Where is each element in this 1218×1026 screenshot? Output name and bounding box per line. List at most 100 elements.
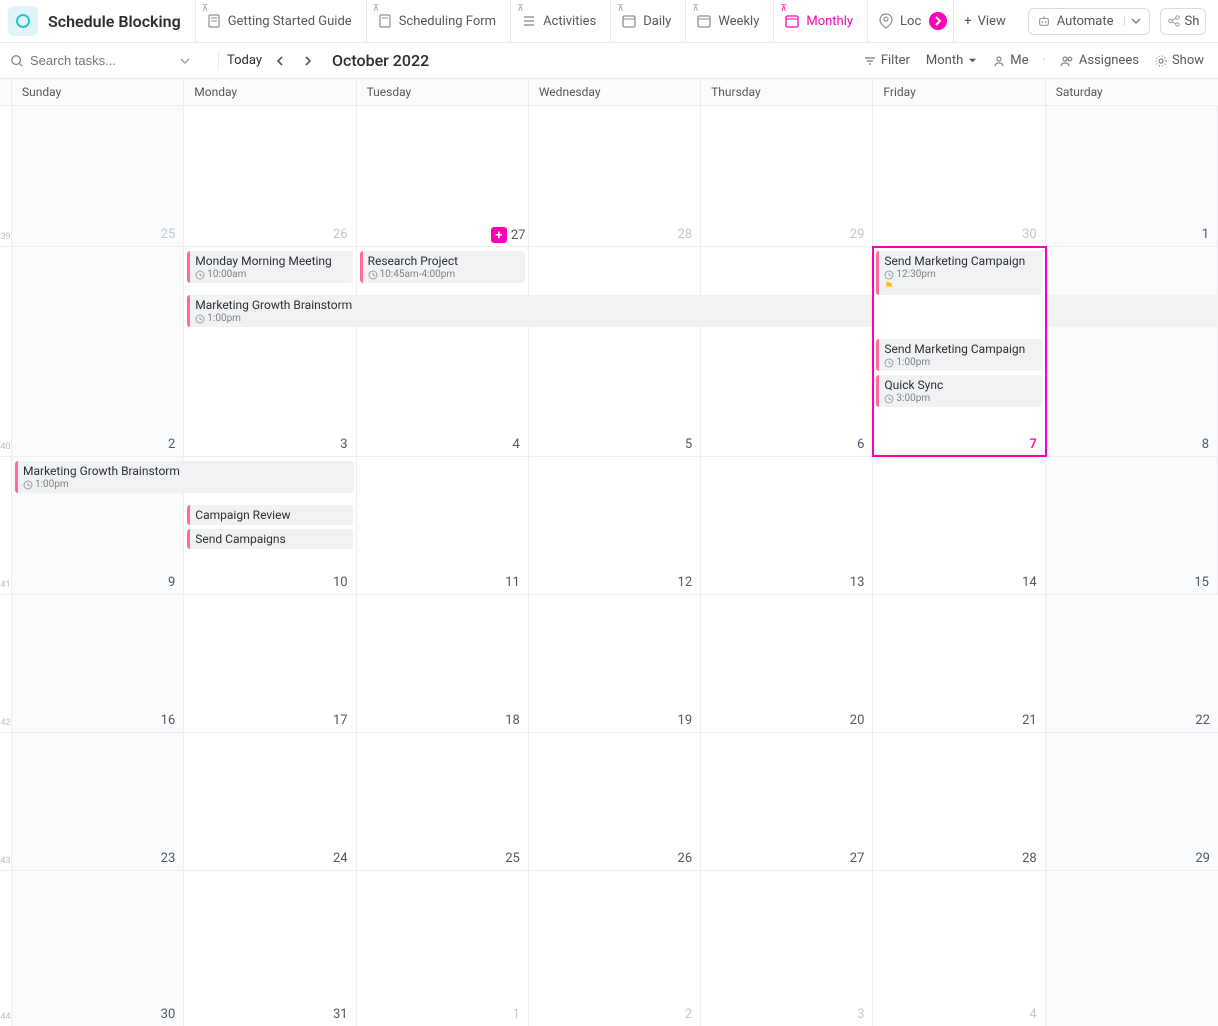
calendar-cell[interactable]: 31 [184, 871, 356, 1026]
search-box[interactable] [10, 53, 210, 68]
calendar-week: 40 2 Monday Morning Meeting 10:00am 3 Re… [0, 246, 1218, 456]
more-tabs-badge[interactable] [929, 12, 947, 30]
calendar-event[interactable]: Campaign Review [187, 505, 352, 525]
tab-activities[interactable]: ⊼ Activities [510, 0, 606, 43]
prev-month-button[interactable] [270, 51, 290, 71]
assignees-button[interactable]: Assignees [1056, 51, 1143, 70]
calendar-cell[interactable]: 14 [873, 457, 1045, 594]
calendar-cell[interactable]: 16 [12, 595, 184, 732]
tab-location[interactable]: Loc [867, 0, 931, 43]
calendar-cell[interactable]: 27 [701, 733, 873, 870]
day-number: 27 [511, 228, 526, 243]
calendar-cell[interactable]: 12 [529, 457, 701, 594]
event-title: Send Marketing Campaign [884, 254, 1035, 268]
calendar-cell[interactable]: Monday Morning Meeting 10:00am 3 [184, 247, 356, 456]
calendar-event[interactable]: Research Project 10:45am-4:00pm [360, 251, 525, 283]
caret-down-icon [968, 56, 977, 65]
calendar-cell[interactable]: 28 [873, 733, 1045, 870]
calendar-cell[interactable]: 24 [184, 733, 356, 870]
calendar: Sunday Monday Tuesday Wednesday Thursday… [0, 79, 1218, 1026]
chevron-right-icon [933, 16, 943, 26]
pin-icon: ⊼ [202, 4, 209, 14]
calendar-cell[interactable]: 17 [184, 595, 356, 732]
calendar-event-span[interactable]: Marketing Growth Brainstorm 1:00pm [187, 295, 1218, 327]
doc-icon [377, 13, 393, 29]
automate-button[interactable]: Automate [1028, 8, 1150, 35]
day-number: 3 [340, 437, 347, 452]
share-button[interactable]: Sh [1160, 8, 1207, 35]
calendar-event[interactable]: Quick Sync 3:00pm [876, 375, 1041, 407]
calendar-cell[interactable]: 1 [357, 871, 529, 1026]
calendar-cell[interactable]: 20 [701, 595, 873, 732]
day-header: Monday [184, 79, 356, 105]
separator-dot: · [1042, 53, 1045, 68]
tab-monthly[interactable]: ⊼ Monthly [773, 0, 863, 43]
calendar-cell[interactable]: 28 [529, 106, 701, 246]
calendar-event[interactable]: Monday Morning Meeting 10:00am [187, 251, 352, 283]
calendar-cell[interactable]: 26 [529, 733, 701, 870]
calendar-cell[interactable]: 1 [1046, 106, 1218, 246]
calendar-cell[interactable]: 8 [1046, 247, 1218, 456]
calendar-cell[interactable]: 21 [873, 595, 1045, 732]
calendar-cell[interactable] [1046, 871, 1218, 1026]
me-button[interactable]: Me [989, 51, 1032, 70]
calendar-cell[interactable]: 30 [12, 871, 184, 1026]
show-button[interactable]: Show [1151, 51, 1208, 70]
day-number: 2 [168, 437, 175, 452]
filter-button[interactable]: Filter [860, 51, 914, 70]
calendar-cell[interactable]: 2 [12, 247, 184, 456]
calendar-event[interactable]: Send Marketing Campaign 1:00pm [876, 339, 1041, 371]
calendar-event[interactable]: Send Campaigns [187, 529, 352, 549]
calendar-cell[interactable]: 6 [701, 247, 873, 456]
tab-weekly[interactable]: ⊼ Weekly [685, 0, 769, 43]
calendar-cell[interactable]: 26 [184, 106, 356, 246]
day-number: 26 [333, 227, 348, 242]
clock-icon [195, 270, 205, 280]
week-number: 43 [0, 733, 12, 870]
calendar-cell[interactable]: Research Project 10:45am-4:00pm 4 [357, 247, 529, 456]
clock-icon [23, 480, 33, 490]
calendar-event[interactable]: Send Marketing Campaign 12:30pm ⚑ [876, 251, 1041, 295]
next-month-button[interactable] [298, 51, 318, 71]
calendar-cell[interactable]: 29 [701, 106, 873, 246]
add-view-button[interactable]: + View [953, 0, 1016, 43]
day-number: 29 [1195, 851, 1210, 866]
event-time: 1:00pm [195, 313, 1212, 324]
tab-getting-started[interactable]: ⊼ Getting Started Guide [195, 0, 362, 43]
calendar-cell[interactable]: 29 [1046, 733, 1218, 870]
calendar-cell[interactable]: 2 [529, 871, 701, 1026]
calendar-cell[interactable]: 23 [12, 733, 184, 870]
calendar-cell[interactable]: 25 [357, 733, 529, 870]
calendar-week: 41 9 Campaign Review Send Campaigns 10 1… [0, 456, 1218, 594]
chevron-down-icon[interactable] [1124, 16, 1141, 26]
calendar-cell[interactable]: 4 [873, 871, 1045, 1026]
calendar-cell[interactable]: 5 [529, 247, 701, 456]
day-number: 26 [678, 851, 693, 866]
calendar-cell[interactable]: 18 [357, 595, 529, 732]
calendar-cell-today[interactable]: Send Marketing Campaign 12:30pm ⚑ Send M… [873, 247, 1045, 456]
calendar-icon [621, 13, 637, 29]
add-event-marker[interactable]: + 27 [491, 227, 526, 243]
calendar-cell[interactable]: 3 [701, 871, 873, 1026]
calendar-cell[interactable]: 15 [1046, 457, 1218, 594]
calendar-cell[interactable]: 13 [701, 457, 873, 594]
calendar-cell[interactable]: 30 [873, 106, 1045, 246]
calendar-cell[interactable]: 11 [357, 457, 529, 594]
chevron-down-icon[interactable] [180, 56, 190, 66]
search-input[interactable] [30, 53, 170, 68]
app-logo[interactable] [8, 6, 38, 36]
tab-label: Getting Started Guide [228, 14, 352, 29]
today-button[interactable]: Today [227, 53, 262, 68]
calendar-cell[interactable] [357, 106, 529, 246]
tab-daily[interactable]: ⊼ Daily [610, 0, 681, 43]
calendar-cell[interactable]: 25 [12, 106, 184, 246]
page-title: Schedule Blocking [48, 12, 181, 31]
group-button[interactable]: Month [922, 51, 981, 70]
calendar-cell[interactable]: 19 [529, 595, 701, 732]
event-time: 10:00am [195, 269, 346, 280]
event-title: Send Campaigns [195, 532, 346, 546]
calendar-event-span[interactable]: Marketing Growth Brainstorm 1:00pm [15, 461, 354, 493]
day-number: 18 [505, 713, 520, 728]
calendar-cell[interactable]: 22 [1046, 595, 1218, 732]
tab-scheduling-form[interactable]: ⊼ Scheduling Form [366, 0, 506, 43]
